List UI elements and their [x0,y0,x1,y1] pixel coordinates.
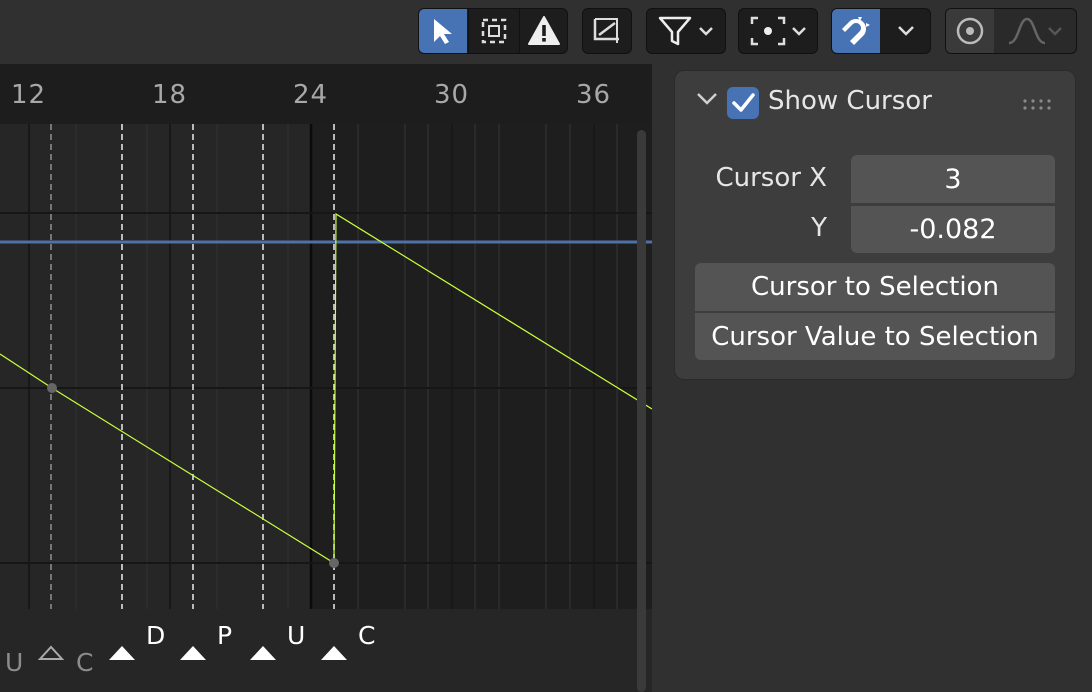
marker-label: U [5,648,24,677]
panel-header[interactable]: Show Cursor [675,71,1075,133]
graph-editor-header [0,0,1092,64]
keyframe-point[interactable] [329,558,339,568]
sidebar-region: Show Cursor Cursor X 3 Y -0.082 Cursor t… [652,64,1092,692]
marker-label: P [217,621,233,650]
marker-region[interactable] [0,609,652,692]
box-select-icon [481,18,507,44]
filter-icon [658,16,692,46]
marker-label: C [76,648,94,677]
checkmark-icon [732,93,755,112]
drag-handle-icon[interactable] [1023,99,1053,111]
cursor-value-to-selection-button[interactable]: Cursor Value to Selection [695,312,1055,360]
snap-options-dropdown[interactable] [881,9,930,53]
select-mode-group [418,8,568,54]
marker-label: C [358,621,376,650]
chevron-down-icon [897,26,914,36]
select-tool-button[interactable] [419,9,467,53]
box-select-button[interactable] [468,9,519,53]
snap-toggle-button[interactable] [832,9,880,53]
panel-title: Show Cursor [768,86,932,116]
vertical-scrollbar[interactable] [637,130,646,692]
cursor-x-label: Cursor X [715,163,827,193]
chevron-down-icon [699,27,713,36]
pivot-point-dropdown[interactable] [738,8,818,54]
graph-editor-region[interactable]: 12 18 24 30 36 U C D P U C [0,64,652,692]
cursor-x-field[interactable]: 3 [851,155,1055,203]
proportional-editing-group [945,8,1077,54]
proportional-edit-toggle[interactable] [946,9,994,53]
chevron-down-icon [1048,27,1062,36]
pivot-point-icon [750,16,786,46]
show-cursor-panel: Show Cursor Cursor X 3 Y -0.082 Cursor t… [674,70,1076,380]
proportional-edit-icon [956,17,984,45]
chevron-down-icon[interactable] [695,91,719,107]
snapping-group [831,8,931,54]
chevron-down-icon [792,27,806,36]
select-arrow-icon [434,19,452,44]
keyframe-point[interactable] [47,383,57,393]
cursor-to-selection-button[interactable]: Cursor to Selection [695,263,1055,311]
frame-label: 30 [434,80,470,110]
graph-canvas[interactable] [0,64,652,692]
marker-label: U [287,621,306,650]
frame-label: 24 [293,80,329,110]
snap-magnet-icon [842,17,870,45]
marker-label: D [146,621,166,650]
show-cursor-checkbox[interactable] [727,87,759,119]
filters-dropdown[interactable] [646,8,726,54]
normalize-icon [593,18,619,43]
cursor-y-label: Y [811,213,827,243]
cursor-y-field[interactable]: -0.082 [851,205,1055,253]
falloff-dropdown[interactable] [995,9,1075,53]
only-show-errors-button[interactable] [519,9,568,53]
falloff-curve-icon [1008,17,1046,45]
frame-label: 36 [576,80,612,110]
warning-icon [528,16,560,45]
frame-label: 18 [152,80,188,110]
frame-label: 12 [11,80,47,110]
normalize-button[interactable] [582,8,632,54]
